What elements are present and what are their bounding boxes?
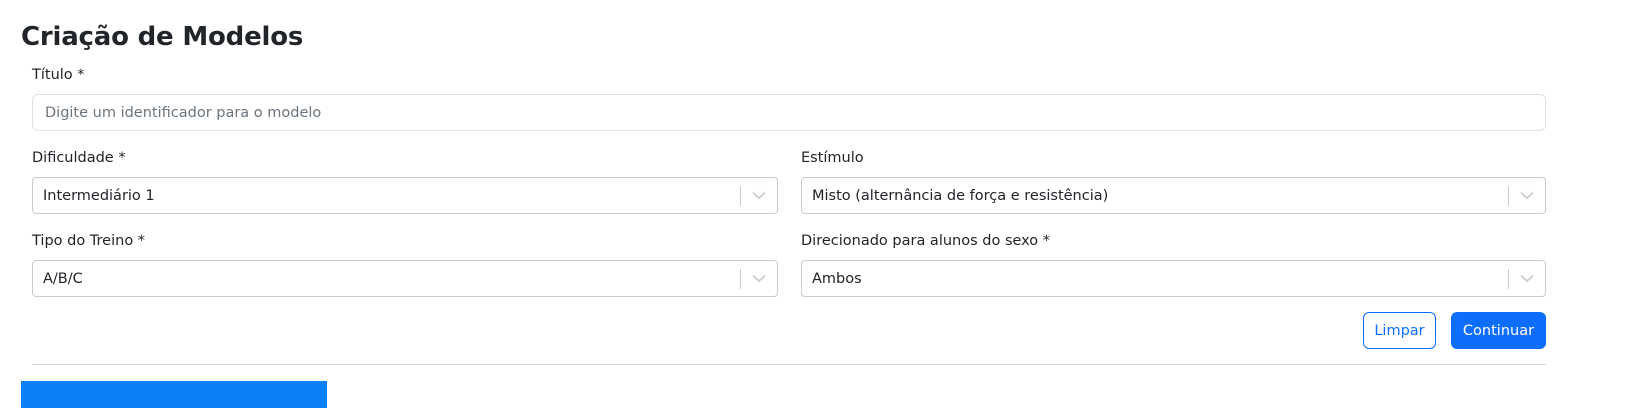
tipo-treino-select[interactable]: A/B/C	[32, 260, 778, 297]
chevron-down-icon[interactable]	[741, 261, 777, 296]
chevron-down-icon[interactable]	[741, 178, 777, 213]
tipo-treino-label: Tipo do Treino *	[32, 233, 146, 249]
blue-header-bar	[21, 381, 327, 408]
continue-button[interactable]: Continuar	[1451, 312, 1546, 349]
estimulo-label: Estímulo	[801, 150, 864, 166]
divider	[32, 364, 1546, 365]
clear-button[interactable]: Limpar	[1363, 312, 1436, 349]
tipo-treino-select-value: A/B/C	[43, 270, 83, 287]
sexo-select[interactable]: Ambos	[801, 260, 1546, 297]
titulo-input[interactable]	[32, 94, 1546, 131]
chevron-down-icon[interactable]	[1509, 178, 1545, 213]
estimulo-select-value: Misto (alternância de força e resistênci…	[812, 187, 1109, 204]
sexo-label: Direcionado para alunos do sexo *	[801, 233, 1051, 249]
sexo-select-value: Ambos	[812, 270, 862, 287]
dificuldade-label: Dificuldade *	[32, 150, 126, 166]
page-title: Criação de Modelos	[21, 22, 304, 52]
chevron-down-icon[interactable]	[1509, 261, 1545, 296]
estimulo-select[interactable]: Misto (alternância de força e resistênci…	[801, 177, 1546, 214]
dificuldade-select[interactable]: Intermediário 1	[32, 177, 778, 214]
titulo-label: Título *	[32, 67, 85, 83]
dificuldade-select-value: Intermediário 1	[43, 187, 155, 204]
